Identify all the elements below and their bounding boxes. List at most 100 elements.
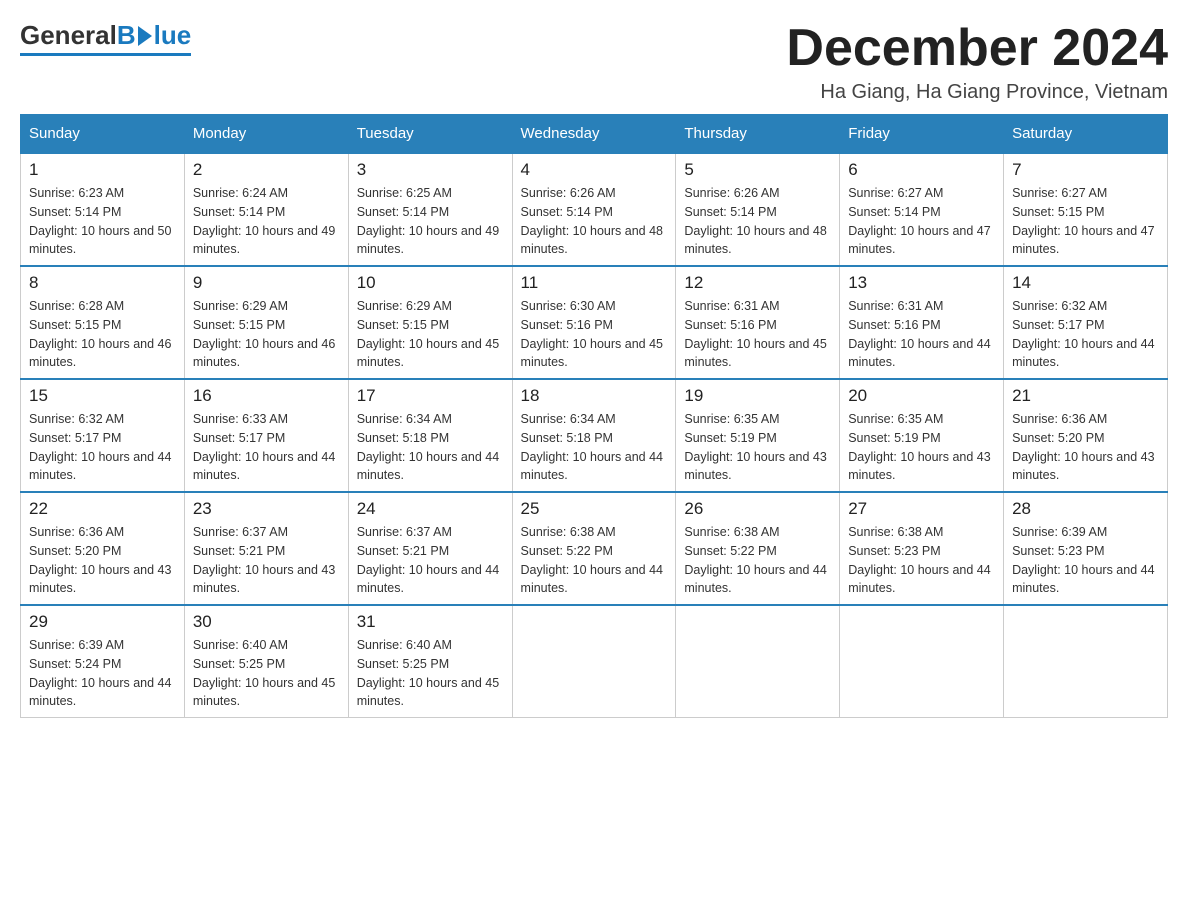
- day-info: Sunrise: 6:35 AM Sunset: 5:19 PM Dayligh…: [684, 410, 831, 485]
- day-number: 26: [684, 499, 831, 519]
- sunset-label: Sunset: 5:15 PM: [357, 318, 449, 332]
- daylight-label: Daylight: 10 hours and 44 minutes.: [848, 563, 990, 596]
- daylight-label: Daylight: 10 hours and 44 minutes.: [29, 450, 171, 483]
- sunset-label: Sunset: 5:24 PM: [29, 657, 121, 671]
- day-number: 28: [1012, 499, 1159, 519]
- day-number: 6: [848, 160, 995, 180]
- daylight-label: Daylight: 10 hours and 45 minutes.: [684, 337, 826, 370]
- daylight-label: Daylight: 10 hours and 44 minutes.: [521, 563, 663, 596]
- sunset-label: Sunset: 5:19 PM: [848, 431, 940, 445]
- day-number: 30: [193, 612, 340, 632]
- day-number: 16: [193, 386, 340, 406]
- col-saturday: Saturday: [1004, 115, 1168, 154]
- day-info: Sunrise: 6:40 AM Sunset: 5:25 PM Dayligh…: [193, 636, 340, 711]
- day-number: 24: [357, 499, 504, 519]
- day-info: Sunrise: 6:23 AM Sunset: 5:14 PM Dayligh…: [29, 184, 176, 259]
- day-info: Sunrise: 6:38 AM Sunset: 5:22 PM Dayligh…: [684, 523, 831, 598]
- calendar-cell: 25 Sunrise: 6:38 AM Sunset: 5:22 PM Dayl…: [512, 492, 676, 605]
- daylight-label: Daylight: 10 hours and 45 minutes.: [357, 676, 499, 709]
- sunset-label: Sunset: 5:15 PM: [1012, 205, 1104, 219]
- sunrise-label: Sunrise: 6:38 AM: [848, 525, 943, 539]
- day-info: Sunrise: 6:34 AM Sunset: 5:18 PM Dayligh…: [357, 410, 504, 485]
- daylight-label: Daylight: 10 hours and 44 minutes.: [1012, 563, 1154, 596]
- day-info: Sunrise: 6:39 AM Sunset: 5:23 PM Dayligh…: [1012, 523, 1159, 598]
- day-info: Sunrise: 6:37 AM Sunset: 5:21 PM Dayligh…: [357, 523, 504, 598]
- sunrise-label: Sunrise: 6:40 AM: [357, 638, 452, 652]
- sunrise-label: Sunrise: 6:29 AM: [193, 299, 288, 313]
- calendar-cell: 6 Sunrise: 6:27 AM Sunset: 5:14 PM Dayli…: [840, 153, 1004, 266]
- logo-general-text: General: [20, 20, 117, 51]
- calendar-cell: 23 Sunrise: 6:37 AM Sunset: 5:21 PM Dayl…: [184, 492, 348, 605]
- day-number: 25: [521, 499, 668, 519]
- sunrise-label: Sunrise: 6:37 AM: [193, 525, 288, 539]
- sunrise-label: Sunrise: 6:31 AM: [848, 299, 943, 313]
- calendar-cell: 22 Sunrise: 6:36 AM Sunset: 5:20 PM Dayl…: [21, 492, 185, 605]
- calendar-cell: [676, 605, 840, 718]
- sunrise-label: Sunrise: 6:37 AM: [357, 525, 452, 539]
- day-info: Sunrise: 6:26 AM Sunset: 5:14 PM Dayligh…: [684, 184, 831, 259]
- day-info: Sunrise: 6:27 AM Sunset: 5:14 PM Dayligh…: [848, 184, 995, 259]
- calendar-cell: 20 Sunrise: 6:35 AM Sunset: 5:19 PM Dayl…: [840, 379, 1004, 492]
- sunset-label: Sunset: 5:22 PM: [684, 544, 776, 558]
- col-friday: Friday: [840, 115, 1004, 154]
- daylight-label: Daylight: 10 hours and 44 minutes.: [848, 337, 990, 370]
- sunrise-label: Sunrise: 6:32 AM: [29, 412, 124, 426]
- calendar-header-row: Sunday Monday Tuesday Wednesday Thursday…: [21, 115, 1168, 154]
- sunrise-label: Sunrise: 6:32 AM: [1012, 299, 1107, 313]
- sunset-label: Sunset: 5:14 PM: [193, 205, 285, 219]
- daylight-label: Daylight: 10 hours and 47 minutes.: [1012, 224, 1154, 257]
- day-info: Sunrise: 6:40 AM Sunset: 5:25 PM Dayligh…: [357, 636, 504, 711]
- calendar-cell: 24 Sunrise: 6:37 AM Sunset: 5:21 PM Dayl…: [348, 492, 512, 605]
- sunset-label: Sunset: 5:25 PM: [357, 657, 449, 671]
- sunset-label: Sunset: 5:19 PM: [684, 431, 776, 445]
- calendar-week-2: 8 Sunrise: 6:28 AM Sunset: 5:15 PM Dayli…: [21, 266, 1168, 379]
- calendar-cell: 2 Sunrise: 6:24 AM Sunset: 5:14 PM Dayli…: [184, 153, 348, 266]
- calendar-cell: 10 Sunrise: 6:29 AM Sunset: 5:15 PM Dayl…: [348, 266, 512, 379]
- calendar-cell: 8 Sunrise: 6:28 AM Sunset: 5:15 PM Dayli…: [21, 266, 185, 379]
- daylight-label: Daylight: 10 hours and 45 minutes.: [357, 337, 499, 370]
- sunset-label: Sunset: 5:21 PM: [193, 544, 285, 558]
- sunrise-label: Sunrise: 6:36 AM: [29, 525, 124, 539]
- calendar-cell: 31 Sunrise: 6:40 AM Sunset: 5:25 PM Dayl…: [348, 605, 512, 718]
- daylight-label: Daylight: 10 hours and 44 minutes.: [357, 563, 499, 596]
- sunset-label: Sunset: 5:14 PM: [521, 205, 613, 219]
- day-info: Sunrise: 6:34 AM Sunset: 5:18 PM Dayligh…: [521, 410, 668, 485]
- sunrise-label: Sunrise: 6:38 AM: [521, 525, 616, 539]
- daylight-label: Daylight: 10 hours and 43 minutes.: [848, 450, 990, 483]
- sunset-label: Sunset: 5:22 PM: [521, 544, 613, 558]
- day-number: 8: [29, 273, 176, 293]
- day-number: 22: [29, 499, 176, 519]
- daylight-label: Daylight: 10 hours and 46 minutes.: [29, 337, 171, 370]
- sunset-label: Sunset: 5:18 PM: [521, 431, 613, 445]
- calendar-cell: 4 Sunrise: 6:26 AM Sunset: 5:14 PM Dayli…: [512, 153, 676, 266]
- day-number: 19: [684, 386, 831, 406]
- day-info: Sunrise: 6:31 AM Sunset: 5:16 PM Dayligh…: [684, 297, 831, 372]
- logo-triangle-icon: [138, 26, 152, 46]
- day-info: Sunrise: 6:28 AM Sunset: 5:15 PM Dayligh…: [29, 297, 176, 372]
- calendar-cell: 1 Sunrise: 6:23 AM Sunset: 5:14 PM Dayli…: [21, 153, 185, 266]
- calendar-cell: [1004, 605, 1168, 718]
- daylight-label: Daylight: 10 hours and 44 minutes.: [1012, 337, 1154, 370]
- daylight-label: Daylight: 10 hours and 44 minutes.: [193, 450, 335, 483]
- calendar-cell: 5 Sunrise: 6:26 AM Sunset: 5:14 PM Dayli…: [676, 153, 840, 266]
- sunset-label: Sunset: 5:20 PM: [1012, 431, 1104, 445]
- sunset-label: Sunset: 5:17 PM: [1012, 318, 1104, 332]
- day-info: Sunrise: 6:36 AM Sunset: 5:20 PM Dayligh…: [1012, 410, 1159, 485]
- sunset-label: Sunset: 5:17 PM: [193, 431, 285, 445]
- calendar-cell: 3 Sunrise: 6:25 AM Sunset: 5:14 PM Dayli…: [348, 153, 512, 266]
- daylight-label: Daylight: 10 hours and 46 minutes.: [193, 337, 335, 370]
- calendar-cell: 26 Sunrise: 6:38 AM Sunset: 5:22 PM Dayl…: [676, 492, 840, 605]
- day-number: 15: [29, 386, 176, 406]
- daylight-label: Daylight: 10 hours and 44 minutes.: [684, 563, 826, 596]
- day-info: Sunrise: 6:27 AM Sunset: 5:15 PM Dayligh…: [1012, 184, 1159, 259]
- sunset-label: Sunset: 5:23 PM: [1012, 544, 1104, 558]
- day-info: Sunrise: 6:31 AM Sunset: 5:16 PM Dayligh…: [848, 297, 995, 372]
- day-number: 2: [193, 160, 340, 180]
- sunset-label: Sunset: 5:14 PM: [357, 205, 449, 219]
- day-number: 21: [1012, 386, 1159, 406]
- sunrise-label: Sunrise: 6:35 AM: [684, 412, 779, 426]
- calendar-cell: 11 Sunrise: 6:30 AM Sunset: 5:16 PM Dayl…: [512, 266, 676, 379]
- sunrise-label: Sunrise: 6:36 AM: [1012, 412, 1107, 426]
- calendar-cell: 30 Sunrise: 6:40 AM Sunset: 5:25 PM Dayl…: [184, 605, 348, 718]
- daylight-label: Daylight: 10 hours and 47 minutes.: [848, 224, 990, 257]
